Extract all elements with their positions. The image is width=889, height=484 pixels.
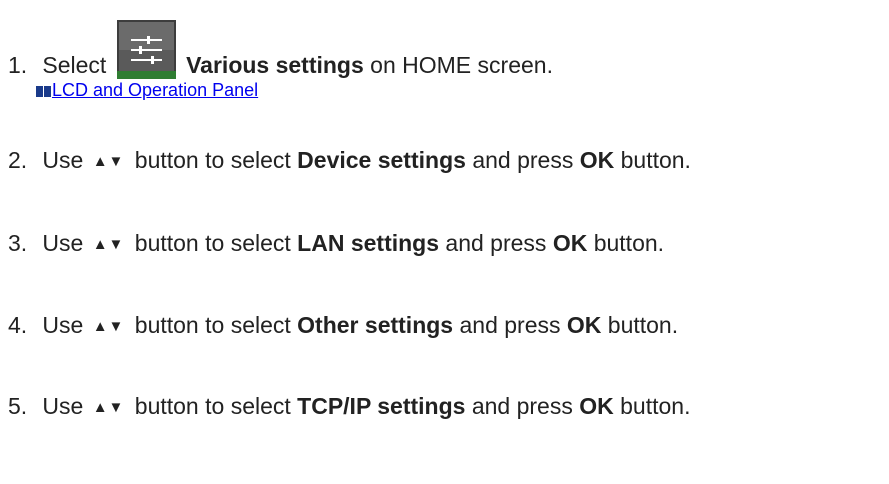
- setting-name: Device settings: [297, 147, 466, 173]
- step-number: 5.: [8, 393, 28, 419]
- up-down-arrows-icon: ▲▼: [92, 318, 125, 335]
- step-text: and press: [472, 147, 574, 173]
- step-4: 4. Use ▲▼ button to select Other setting…: [8, 311, 678, 341]
- button-name: OK: [579, 147, 615, 173]
- step-text: Use: [42, 312, 84, 338]
- step-1: 1. Select Various settings on HOME scree…: [8, 20, 553, 79]
- step-number: 4.: [8, 312, 28, 338]
- lcd-operation-panel-link[interactable]: LCD and Operation Panel: [52, 80, 258, 100]
- step-text: and press: [471, 393, 573, 419]
- button-name: OK: [566, 312, 602, 338]
- step-3: 3. Use ▲▼ button to select LAN settings …: [8, 229, 664, 259]
- step-text: and press: [459, 312, 561, 338]
- step-text: button to select: [134, 230, 291, 256]
- step-number: 3.: [8, 230, 28, 256]
- step-text: on HOME screen.: [370, 52, 553, 78]
- setting-name: TCP/IP settings: [297, 393, 466, 419]
- setting-name: Other settings: [297, 312, 454, 338]
- step-2: 2. Use ▲▼ button to select Device settin…: [8, 146, 691, 176]
- step-number: 1.: [8, 52, 28, 78]
- button-name: OK: [579, 393, 614, 419]
- step-text: button.: [620, 147, 691, 173]
- various-settings-icon: [116, 20, 176, 79]
- up-down-arrows-icon: ▲▼: [92, 236, 125, 253]
- up-down-arrows-icon: ▲▼: [92, 399, 125, 416]
- step-text: Use: [42, 230, 84, 256]
- up-down-arrows-icon: ▲▼: [92, 153, 125, 170]
- step-text: Use: [42, 393, 84, 419]
- step-text: button to select: [134, 312, 291, 338]
- setting-name: LAN settings: [297, 230, 440, 256]
- step-5: 5. Use ▲▼ button to select TCP/IP settin…: [8, 392, 690, 422]
- step-number: 2.: [8, 147, 28, 173]
- step-text: button.: [607, 312, 679, 338]
- step-text: Select: [42, 52, 107, 78]
- book-link-icon: [36, 86, 51, 97]
- button-name: OK: [552, 230, 588, 256]
- setting-name: Various settings: [186, 52, 364, 78]
- step-text: button to select: [134, 147, 291, 173]
- step-text: Use: [42, 147, 84, 173]
- step-text: button.: [620, 393, 691, 419]
- step-text: button to select: [134, 393, 291, 419]
- step-text: and press: [445, 230, 547, 256]
- reference-link-row: LCD and Operation Panel: [36, 79, 258, 101]
- step-text: button.: [593, 230, 665, 256]
